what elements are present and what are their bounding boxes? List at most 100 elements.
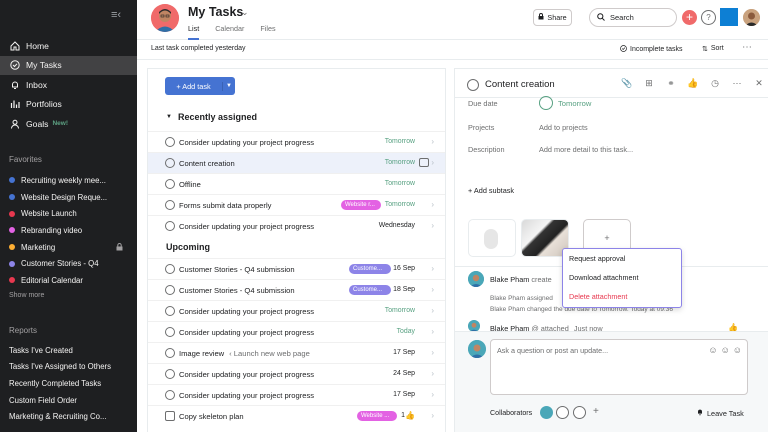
timer-icon[interactable]: ◷ bbox=[708, 78, 722, 89]
user-avatar[interactable] bbox=[743, 9, 760, 26]
complete-checkbox[interactable] bbox=[165, 306, 175, 316]
leave-task-button[interactable]: Leave Task bbox=[696, 408, 744, 418]
table-row[interactable]: Consider updating your project progress … bbox=[148, 300, 445, 321]
project-tag[interactable]: Custome... bbox=[349, 285, 391, 295]
project-tag[interactable]: Website ... bbox=[357, 411, 397, 421]
complete-checkbox[interactable] bbox=[165, 264, 175, 274]
section-header[interactable]: ▼ Recently assigned bbox=[166, 112, 257, 122]
collapse-sidebar-icon[interactable]: ≡‹ bbox=[111, 10, 125, 21]
table-row[interactable]: Offline Tomorrow bbox=[148, 173, 445, 194]
report-item[interactable]: Tasks I've Assigned to Others bbox=[0, 359, 137, 376]
share-button[interactable]: Share bbox=[533, 9, 572, 26]
search-input[interactable]: Search bbox=[589, 8, 677, 27]
project-tag[interactable]: Website r... bbox=[341, 200, 381, 210]
more-options-icon[interactable]: ⋯ bbox=[742, 42, 752, 53]
more-options-icon[interactable]: ⋯ bbox=[730, 78, 744, 89]
document-icon[interactable] bbox=[165, 411, 175, 421]
subtask-icon[interactable] bbox=[419, 158, 429, 167]
sort-button[interactable]: ⇅ Sort bbox=[702, 45, 724, 53]
tab-calendar[interactable]: Calendar bbox=[215, 24, 244, 40]
table-row[interactable]: Content creation Tomorrow › bbox=[148, 152, 445, 173]
description-field[interactable]: Add more detail to this task... bbox=[539, 145, 633, 154]
table-row[interactable]: Image review ‹ Launch new web page 17 Sep… bbox=[148, 342, 445, 363]
subtask-icon[interactable]: ⊞ bbox=[642, 78, 656, 89]
add-subtask-button[interactable]: + Add subtask bbox=[468, 186, 514, 195]
link-icon[interactable]: ⚭ bbox=[664, 78, 678, 89]
chevron-right-icon[interactable]: › bbox=[431, 390, 434, 399]
at-mention-icon[interactable]: ☺ bbox=[721, 345, 730, 355]
chevron-right-icon[interactable]: › bbox=[431, 411, 434, 420]
add-task-button[interactable]: + Add task ▼ bbox=[165, 77, 235, 95]
sidebar-item-home[interactable]: Home bbox=[0, 36, 137, 56]
section-header[interactable]: Upcoming bbox=[166, 242, 210, 252]
complete-checkbox[interactable] bbox=[165, 369, 175, 379]
complete-checkbox[interactable] bbox=[165, 390, 175, 400]
chevron-right-icon[interactable]: › bbox=[431, 348, 434, 357]
delete-attachment-item[interactable]: Delete attachment bbox=[563, 287, 681, 306]
favorite-item[interactable]: Rebranding video bbox=[0, 222, 137, 239]
favorite-item[interactable]: Website Design Reque... bbox=[0, 189, 137, 206]
complete-checkbox[interactable] bbox=[165, 285, 175, 295]
chevron-right-icon[interactable]: › bbox=[431, 221, 434, 230]
tab-list[interactable]: List bbox=[188, 24, 200, 40]
reaction-icon[interactable]: ☺ bbox=[733, 345, 742, 355]
chevron-down-icon[interactable]: ⌄ bbox=[241, 7, 249, 18]
complete-checkbox[interactable] bbox=[165, 327, 175, 337]
person-icon[interactable] bbox=[556, 406, 569, 419]
tab-files[interactable]: Files bbox=[260, 24, 275, 40]
report-item[interactable]: Recently Completed Tasks bbox=[0, 375, 137, 392]
favorite-item[interactable]: Editorial Calendar bbox=[0, 272, 137, 289]
chevron-right-icon[interactable]: › bbox=[431, 158, 434, 167]
thumbs-up-icon[interactable]: 👍 bbox=[405, 411, 415, 420]
quick-add-button[interactable]: + bbox=[682, 10, 697, 25]
complete-checkbox[interactable] bbox=[165, 137, 175, 147]
chevron-right-icon[interactable]: › bbox=[431, 200, 434, 209]
favorite-item[interactable]: Website Launch bbox=[0, 205, 137, 222]
complete-checkbox[interactable] bbox=[165, 221, 175, 231]
sidebar-item-inbox[interactable]: Inbox bbox=[0, 75, 137, 95]
chevron-right-icon[interactable]: › bbox=[431, 264, 434, 273]
download-attachment-item[interactable]: Download attachment bbox=[563, 268, 681, 287]
person-icon[interactable] bbox=[573, 406, 586, 419]
sidebar-item-my-tasks[interactable]: My Tasks bbox=[0, 55, 137, 75]
report-item[interactable]: Marketing & Recruiting Co... bbox=[0, 408, 137, 425]
chevron-right-icon[interactable]: › bbox=[431, 369, 434, 378]
add-collaborator-icon[interactable]: + bbox=[593, 406, 599, 417]
sidebar-item-portfolios[interactable]: Portfolios bbox=[0, 95, 137, 115]
show-more-link[interactable]: Show more bbox=[9, 292, 44, 299]
chevron-right-icon[interactable]: › bbox=[431, 137, 434, 146]
parent-task-link[interactable]: ‹ Launch new web page bbox=[229, 349, 310, 358]
complete-checkbox[interactable] bbox=[165, 179, 175, 189]
help-button[interactable]: ? bbox=[701, 10, 716, 25]
table-row[interactable]: Consider updating your project progress … bbox=[148, 384, 445, 405]
report-item[interactable]: Custom Field Order bbox=[0, 392, 137, 409]
request-approval-item[interactable]: Request approval bbox=[563, 249, 681, 268]
chevron-right-icon[interactable]: › bbox=[431, 306, 434, 315]
table-row[interactable]: Consider updating your project progress … bbox=[148, 363, 445, 384]
chevron-right-icon[interactable]: › bbox=[431, 327, 434, 336]
sidebar-item-goals[interactable]: Goals New! bbox=[0, 114, 137, 134]
table-row[interactable]: Forms submit data properly Website r... … bbox=[148, 194, 445, 215]
avatar[interactable] bbox=[151, 4, 179, 32]
project-tag[interactable]: Custome... bbox=[349, 264, 391, 274]
chevron-right-icon[interactable]: › bbox=[431, 285, 434, 294]
favorite-item[interactable]: Customer Stories - Q4 bbox=[0, 255, 137, 272]
complete-checkbox[interactable] bbox=[165, 200, 175, 210]
favorite-item[interactable]: Recruiting weekly mee... bbox=[0, 172, 137, 189]
add-to-projects[interactable]: Add to projects bbox=[539, 123, 588, 132]
comment-input[interactable]: Ask a question or post an update... ☺ ☺ … bbox=[490, 339, 748, 395]
table-row[interactable]: Copy skeleton plan Website ... 1 👍 › bbox=[148, 405, 445, 426]
workspace-logo[interactable] bbox=[720, 8, 738, 26]
table-row[interactable]: Customer Stories - Q4 submission Custome… bbox=[148, 258, 445, 279]
chevron-down-icon[interactable]: ▼ bbox=[223, 83, 235, 89]
attachment-icon[interactable]: 📎 bbox=[620, 78, 634, 89]
avatar[interactable] bbox=[468, 271, 484, 287]
close-icon[interactable]: ✕ bbox=[752, 78, 766, 89]
attachment-thumbnail[interactable] bbox=[468, 219, 516, 257]
complete-checkbox[interactable] bbox=[165, 158, 175, 168]
due-date-field[interactable]: Tomorrow bbox=[539, 96, 591, 110]
table-row[interactable]: Customer Stories - Q4 submission Custome… bbox=[148, 279, 445, 300]
complete-checkbox[interactable] bbox=[467, 79, 479, 91]
table-row[interactable]: Consider updating your project progress … bbox=[148, 321, 445, 342]
emoji-icon[interactable]: ☺ bbox=[708, 345, 717, 355]
